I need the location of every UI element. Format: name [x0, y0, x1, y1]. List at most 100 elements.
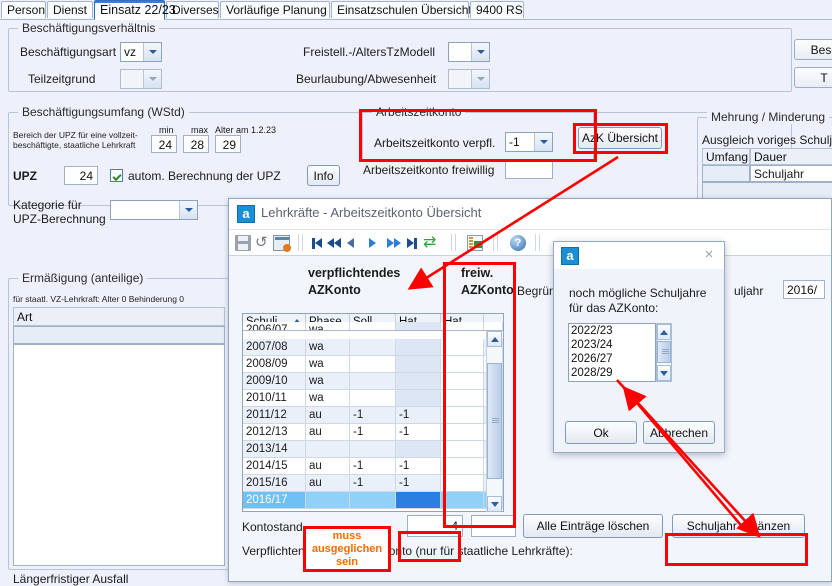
cell-hat-freiwillig[interactable]	[441, 339, 484, 356]
cell-hat-freiwillig[interactable]	[441, 441, 484, 458]
ermaessigung-row-empty[interactable]	[13, 326, 225, 344]
child-window-titlebar[interactable]: a Lehrkräfte - Arbeitszeitkonto Übersich…	[229, 199, 831, 230]
cell-hat-freiwillig[interactable]	[441, 322, 484, 330]
list-item[interactable]: 2026/27	[569, 352, 655, 366]
cell-hat[interactable]	[396, 373, 441, 390]
cell-schuljahr[interactable]: 2010/11	[243, 390, 306, 407]
table-row[interactable]: 2008/09 wa	[243, 356, 503, 373]
scroll-up-button[interactable]	[657, 324, 671, 340]
refresh-icon[interactable]: ⇄	[423, 235, 439, 251]
select-azk-verpflichtend[interactable]: -1	[505, 132, 553, 152]
cell-soll[interactable]	[350, 356, 396, 373]
popup-dialog-moegliche-schuljahre[interactable]: a × noch mögliche Schuljahre für das AZK…	[553, 241, 725, 453]
select-beschaeftigungsart[interactable]: vz	[120, 42, 162, 62]
table-row[interactable]: 2012/13 au -1 -1	[243, 424, 503, 441]
cell-hat[interactable]	[396, 390, 441, 407]
cell-hat[interactable]: -1	[396, 424, 441, 441]
scroll-down-button[interactable]	[657, 365, 671, 381]
table-row[interactable]: 2015/16 au -1 -1	[243, 475, 503, 492]
alle-eintraege-loeschen-button[interactable]: Alle Einträge löschen	[523, 514, 663, 538]
field-header-schuljahr[interactable]: 2016/	[783, 280, 825, 299]
record-delete-icon[interactable]	[273, 235, 291, 252]
mehrung-row-dauer[interactable]: Schuljahr	[750, 165, 832, 182]
table-row[interactable]: 2007/08 wa	[243, 339, 503, 356]
azk-table-vertical-scrollbar[interactable]	[486, 331, 502, 512]
tab-9400-rs[interactable]: 9400 RS	[470, 1, 524, 18]
cell-hat-freiwillig[interactable]	[441, 390, 484, 407]
list-item[interactable]: 2023/24	[569, 338, 655, 352]
report-icon[interactable]	[467, 235, 483, 251]
field-alter[interactable]: 29	[215, 135, 241, 153]
cell-hat-freiwillig[interactable]	[441, 458, 484, 475]
help-icon[interactable]: ?	[510, 235, 526, 251]
cell-phase[interactable]: wa	[306, 322, 350, 330]
save-icon[interactable]	[235, 235, 251, 251]
table-row[interactable]: 2014/15 au -1 -1	[243, 458, 503, 475]
cell-phase[interactable]: au	[306, 458, 350, 475]
scroll-down-button[interactable]	[487, 496, 502, 512]
field-kontostand[interactable]: -4	[407, 515, 463, 537]
close-icon[interactable]: ×	[701, 247, 717, 263]
cell-hat[interactable]	[396, 441, 441, 458]
table-row[interactable]: 2016/17	[243, 492, 503, 509]
table-row[interactable]: 2011/12 au -1 -1	[243, 407, 503, 424]
cell-schuljahr[interactable]: 2016/17	[243, 492, 306, 509]
select-teilzeitgrund[interactable]	[120, 69, 162, 89]
first-record-icon[interactable]	[312, 238, 322, 249]
cell-soll[interactable]: -1	[350, 458, 396, 475]
cell-schuljahr[interactable]: 2009/10	[243, 373, 306, 390]
table-row[interactable]: 2010/11 wa	[243, 390, 503, 407]
prev-page-icon[interactable]	[327, 238, 341, 249]
list-item[interactable]: 2031/32	[569, 380, 655, 381]
chevron-down-icon[interactable]	[471, 43, 489, 61]
cell-soll[interactable]	[350, 390, 396, 407]
cell-soll[interactable]	[350, 322, 396, 330]
cell-phase[interactable]: wa	[306, 356, 350, 373]
cell-schuljahr[interactable]: 2012/13	[243, 424, 306, 441]
cell-phase[interactable]	[306, 492, 350, 509]
t-button[interactable]: T	[794, 67, 832, 88]
next-page-icon[interactable]	[387, 238, 401, 249]
table-row[interactable]: 2009/10 wa	[243, 373, 503, 390]
field-min[interactable]: 24	[151, 135, 177, 153]
schuljahr-ergaenzen-button[interactable]: Schuljahr ergänzen	[672, 514, 805, 538]
cell-soll[interactable]: -1	[350, 475, 396, 492]
prev-record-icon[interactable]	[347, 238, 354, 248]
cell-phase[interactable]: au	[306, 424, 350, 441]
cell-hat-freiwillig[interactable]	[441, 373, 484, 390]
besc-button[interactable]: Besc	[794, 39, 832, 60]
popup-abbrechen-button[interactable]: Abbrechen	[643, 421, 715, 444]
cell-hat-freiwillig[interactable]	[441, 424, 484, 441]
cell-phase[interactable]	[306, 441, 350, 458]
cell-phase[interactable]: wa	[306, 390, 350, 407]
select-beurlaubung-abwesenheit[interactable]	[448, 69, 490, 89]
cell-hat[interactable]	[396, 322, 441, 330]
cell-hat-freiwillig[interactable]	[441, 356, 484, 373]
table-row[interactable]: 2006/07 wa	[243, 322, 503, 330]
field-azk-freiwillig[interactable]	[505, 160, 553, 179]
tab-einsatzschulen-uebersicht[interactable]: Einsatzschulen Übersicht	[331, 1, 472, 18]
next-record-icon[interactable]	[369, 238, 376, 248]
cell-schuljahr[interactable]: 2013/14	[243, 441, 306, 458]
cell-phase[interactable]: wa	[306, 339, 350, 356]
cell-hat[interactable]	[396, 492, 441, 509]
chevron-down-icon[interactable]	[143, 70, 161, 88]
cell-phase[interactable]: wa	[306, 373, 350, 390]
table-row[interactable]: 2013/14	[243, 441, 503, 458]
tab-vorlaeufige-planung[interactable]: Vorläufige Planung	[220, 1, 330, 18]
cell-spacer[interactable]	[484, 322, 503, 330]
field-kontostand-secondary[interactable]	[471, 515, 516, 537]
popup-ok-button[interactable]: Ok	[565, 421, 637, 444]
ermaessigung-list[interactable]	[13, 344, 225, 566]
cell-soll[interactable]	[350, 373, 396, 390]
cell-hat-freiwillig[interactable]	[441, 475, 484, 492]
scroll-up-button[interactable]	[487, 331, 502, 347]
cell-soll[interactable]	[350, 441, 396, 458]
popup-schuljahre-list[interactable]: 2022/232023/242026/272028/292031/322032/…	[568, 323, 656, 382]
cell-hat[interactable]: -1	[396, 407, 441, 424]
popup-list-scrollbar[interactable]	[656, 323, 672, 382]
azk-uebersicht-button[interactable]: AzK Übersicht	[578, 127, 662, 149]
cell-hat[interactable]: -1	[396, 475, 441, 492]
cell-schuljahr[interactable]: 2007/08	[243, 339, 306, 356]
cell-schuljahr[interactable]: 2015/16	[243, 475, 306, 492]
